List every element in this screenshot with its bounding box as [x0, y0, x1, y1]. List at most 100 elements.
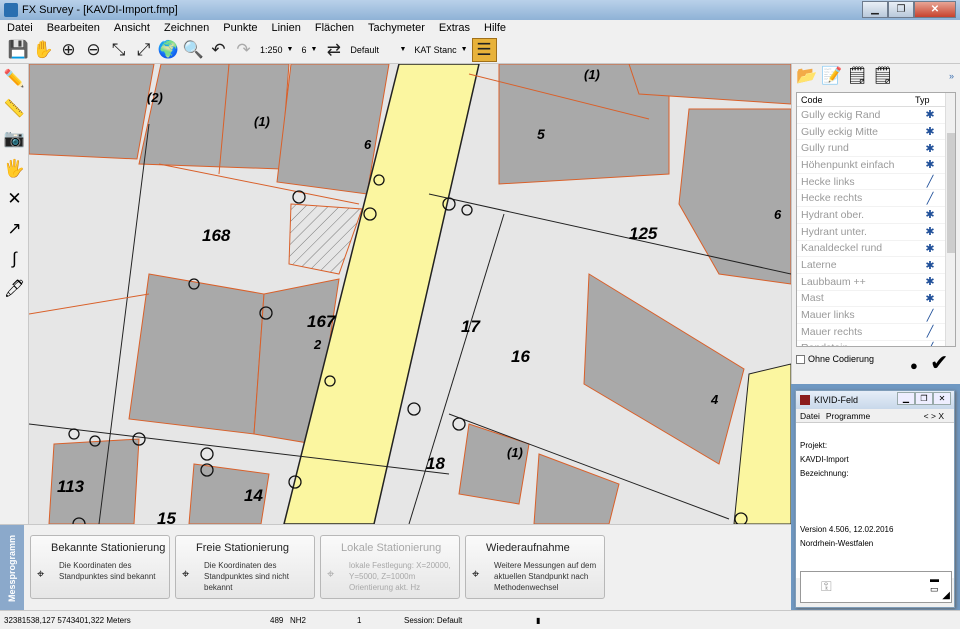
- size-select[interactable]: 6 ▼: [297, 41, 321, 59]
- kivid-minimize-button[interactable]: ▁: [897, 392, 915, 405]
- redo-icon[interactable]: ↷: [231, 38, 256, 62]
- code-row[interactable]: Mast ✱: [797, 291, 955, 308]
- kivid-close-button[interactable]: ✕: [933, 392, 951, 405]
- toolbar: 💾 ✋ ⊕ ⊖ ⤡ ⤢ 🌍 🔍 ↶ ↷ 1:250 ▼ 6 ▼ ⇄ Default ▼…: [0, 36, 960, 64]
- status-number: 1: [357, 615, 362, 625]
- point-symbol-icon: ✱: [925, 209, 935, 222]
- expand-icon[interactable]: »: [949, 71, 954, 81]
- code-row[interactable]: Hydrant unter. ✱: [797, 224, 955, 241]
- layers-icon[interactable]: ☰: [471, 37, 497, 62]
- zoom-in-icon[interactable]: ⊕: [56, 38, 81, 62]
- menu-tachymeter[interactable]: Tachymeter: [361, 22, 432, 34]
- kivid-app-icon: [800, 395, 810, 405]
- kivid-menu-datei[interactable]: Datei: [800, 411, 820, 421]
- tachymeter-icon: ⌖: [182, 566, 190, 581]
- menu-hilfe[interactable]: Hilfe: [477, 22, 513, 34]
- kivid-maximize-button[interactable]: ❐: [915, 392, 933, 405]
- code-column-header[interactable]: Code: [797, 93, 915, 106]
- maximize-button[interactable]: ❐: [888, 1, 914, 18]
- folder-open-icon[interactable]: 📂: [796, 66, 817, 86]
- resize-grip-icon[interactable]: ◢: [942, 590, 950, 601]
- pencil-icon[interactable]: ✏️: [0, 64, 29, 94]
- code-row[interactable]: Mauer links ╱: [797, 307, 955, 324]
- ruler-icon[interactable]: 📏: [0, 94, 29, 124]
- save-icon[interactable]: 💾: [6, 38, 31, 62]
- point-symbol-icon: ✱: [925, 159, 935, 172]
- lokale-stationierung-button[interactable]: ⌖ Lokale Stationierung lokale Festlegung: …: [320, 535, 460, 599]
- freie-stationierung-button[interactable]: ⌖ Freie Stationierung Die Koordinaten des …: [175, 535, 315, 599]
- station-button-title: Lokale Stationierung: [341, 542, 442, 554]
- code-row[interactable]: Hydrant ober. ✱: [797, 207, 955, 224]
- menu-linien[interactable]: Linien: [265, 22, 308, 34]
- menu-extras[interactable]: Extras: [432, 22, 477, 34]
- menu-flaechen[interactable]: Flächen: [308, 22, 361, 34]
- code-row[interactable]: Mauer rechts ╱: [797, 324, 955, 341]
- pan-hand-icon[interactable]: ✋: [31, 38, 56, 62]
- code-label: Laubbaum ++: [801, 275, 866, 288]
- map-canvas[interactable]: 168 167 125 17 16 18 113 14 15 5 (2) (1)…: [29, 64, 791, 524]
- menu-bar: Datei Bearbeiten Ansicht Zeichnen Punkte…: [0, 20, 960, 36]
- hand-select-icon[interactable]: 🖐: [0, 154, 29, 184]
- zoom-window-icon[interactable]: ⤢: [131, 38, 156, 62]
- menu-ansicht[interactable]: Ansicht: [107, 22, 157, 34]
- kat-select[interactable]: KAT Stanc ▼: [410, 41, 471, 59]
- kivid-menu-programme[interactable]: Programme: [826, 411, 870, 421]
- code-label: Gully rund: [801, 142, 849, 155]
- code-row[interactable]: Gully rund ✱: [797, 140, 955, 158]
- export-icon[interactable]: ↗: [0, 214, 29, 244]
- code-row[interactable]: Gully eckig Mitte ✱: [797, 124, 955, 141]
- layer-select[interactable]: Default ▼: [346, 41, 410, 59]
- curve-icon[interactable]: ∫: [0, 244, 29, 274]
- undo-icon[interactable]: ↶: [206, 38, 231, 62]
- code-row[interactable]: Kanaldeckel rund ✱: [797, 241, 955, 258]
- kivid-title: KIVID-Feld: [814, 395, 859, 405]
- marker-icon[interactable]: 🖊: [0, 274, 29, 304]
- zoom-search-icon[interactable]: 🔍: [181, 38, 206, 62]
- record-dot-icon[interactable]: ●: [910, 358, 918, 373]
- list-add-icon[interactable]: 🗒: [846, 66, 868, 86]
- code-label: Hecke rechts: [801, 192, 863, 205]
- code-label: Hecke links: [801, 175, 855, 188]
- bekannte-stationierung-button[interactable]: ⌖ Bekannte Stationierung Die Koordinaten d…: [30, 535, 170, 599]
- close-button[interactable]: ✕: [914, 1, 956, 18]
- code-list-scrollbar[interactable]: [945, 93, 955, 346]
- zoom-out-icon[interactable]: ⊖: [81, 38, 106, 62]
- list-remove-icon[interactable]: 🗒: [872, 66, 894, 86]
- code-row[interactable]: Hecke links ╱: [797, 174, 955, 191]
- wiederaufnahme-button[interactable]: ⌖ Wiederaufnahme Weitere Messungen auf dem…: [465, 535, 605, 599]
- kivid-version: Version 4.506, 12.02.2016: [800, 525, 894, 534]
- confirm-check-icon[interactable]: ✔: [930, 350, 948, 376]
- parcel-label: (1): [507, 445, 523, 460]
- line-symbol-icon: ╱: [915, 342, 945, 346]
- menu-punkte[interactable]: Punkte: [216, 22, 264, 34]
- edit-list-icon[interactable]: 📝: [821, 66, 842, 86]
- parcel-label: 125: [629, 224, 658, 243]
- station-button-description: Die Koordinaten des Standpunktes sind ni…: [204, 561, 289, 592]
- scale-select[interactable]: 1:250 ▼: [256, 41, 297, 59]
- messprogramm-tab[interactable]: Messprogramm: [0, 525, 24, 611]
- code-row[interactable]: Laubbaum ++ ✱: [797, 274, 955, 291]
- typ-column-header[interactable]: Typ: [915, 93, 945, 106]
- refresh-icon[interactable]: ⇄: [321, 38, 346, 62]
- menu-bearbeiten[interactable]: Bearbeiten: [40, 22, 107, 34]
- ohne-codierung-checkbox[interactable]: Ohne Codierung: [796, 354, 874, 364]
- code-row[interactable]: Höhenpunkt einfach ✱: [797, 157, 955, 174]
- code-row[interactable]: Gully eckig Rand ✱: [797, 107, 955, 124]
- camera-icon[interactable]: 📷: [0, 124, 29, 154]
- code-row[interactable]: Hecke rechts ╱: [797, 190, 955, 208]
- minimize-button[interactable]: ▁: [862, 1, 888, 18]
- battery-icon: ▮: [536, 615, 541, 625]
- code-label: Gully eckig Rand: [801, 108, 881, 121]
- globe-icon[interactable]: 🌍: [156, 38, 181, 62]
- code-row[interactable]: Laterne ✱: [797, 257, 955, 274]
- menu-zeichnen[interactable]: Zeichnen: [157, 22, 216, 34]
- menu-datei[interactable]: Datei: [0, 22, 40, 34]
- cross-line-icon[interactable]: ✕: [0, 184, 29, 214]
- station-button-description: Weitere Messungen auf dem aktuellen Stan…: [494, 561, 597, 592]
- parcel-label: 5: [537, 126, 545, 142]
- code-list: Code Typ Gully eckig Rand ✱ Gully eckig Mit…: [796, 92, 956, 347]
- code-row[interactable]: Randstein╱: [797, 341, 955, 346]
- zoom-extent-icon[interactable]: ⤡: [106, 38, 131, 62]
- kivid-nav[interactable]: < > X: [924, 411, 944, 421]
- kivid-window: KIVID-Feld ▁ ❐ ✕ Datei Programme < > X Proje…: [795, 390, 955, 608]
